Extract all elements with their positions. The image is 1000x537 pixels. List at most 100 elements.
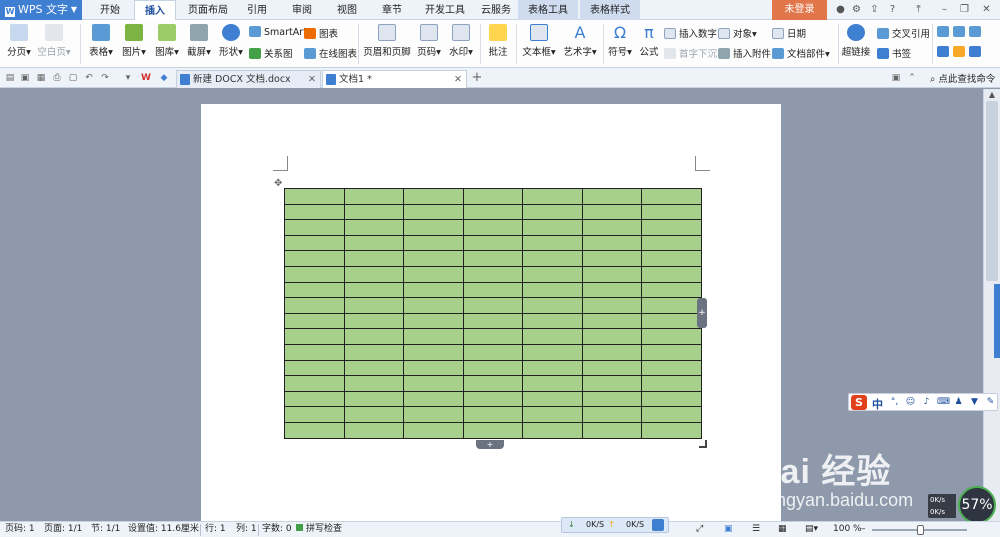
- table-cell[interactable]: [284, 234, 345, 252]
- cube-icon[interactable]: ◆: [158, 72, 170, 84]
- table-cell[interactable]: [581, 406, 642, 423]
- table-cell[interactable]: [403, 188, 464, 205]
- punctuation-icon[interactable]: °,: [889, 397, 900, 408]
- table-cell[interactable]: [641, 250, 702, 267]
- tab-review[interactable]: 审阅: [285, 0, 319, 21]
- table-cell[interactable]: [522, 234, 583, 252]
- close-tab-icon[interactable]: ✕: [308, 71, 316, 88]
- tab-developer[interactable]: 开发工具: [420, 0, 470, 21]
- table-cell[interactable]: [462, 343, 523, 361]
- screenshot-button[interactable]: 截屏▾: [184, 24, 214, 58]
- table-cell[interactable]: [641, 297, 702, 314]
- table-cell[interactable]: [641, 219, 702, 236]
- table-button[interactable]: 表格▾: [86, 24, 116, 58]
- table-cell[interactable]: [581, 250, 642, 267]
- table-cell[interactable]: [462, 312, 523, 330]
- table-cell[interactable]: [284, 297, 345, 314]
- table-cell[interactable]: [522, 359, 583, 377]
- table-cell[interactable]: [403, 359, 464, 377]
- table-cell[interactable]: [284, 390, 345, 408]
- outline-view-icon[interactable]: ☰: [752, 522, 760, 537]
- watermark-button[interactable]: 水印▾: [446, 24, 476, 58]
- table-cell[interactable]: [343, 188, 404, 205]
- table-cell[interactable]: [403, 265, 464, 283]
- skin-shirt-icon[interactable]: ▼: [969, 397, 980, 408]
- minimize-icon[interactable]: –: [938, 3, 951, 16]
- online-chart-button[interactable]: 在线图表: [304, 46, 357, 60]
- table-cell[interactable]: [581, 234, 642, 252]
- table-cell[interactable]: [581, 328, 642, 345]
- wordart-button[interactable]: A 艺术字▾: [562, 24, 598, 58]
- status-setting[interactable]: 设置值: 11.6厘米: [128, 522, 199, 537]
- table-cell[interactable]: [284, 328, 345, 345]
- table-cell[interactable]: [522, 375, 583, 392]
- wps-home-icon[interactable]: W: [140, 72, 152, 84]
- table-cell[interactable]: [403, 297, 464, 314]
- table-cell[interactable]: [522, 281, 583, 299]
- table-cell[interactable]: [403, 390, 464, 408]
- table-cell[interactable]: [462, 375, 523, 392]
- table-cell[interactable]: [462, 234, 523, 252]
- command-search[interactable]: ⌕ 点此查找命令: [930, 71, 995, 85]
- panel-icon-4[interactable]: [937, 46, 952, 58]
- table-cell[interactable]: [403, 328, 464, 345]
- table-cell[interactable]: [403, 281, 464, 299]
- table-cell[interactable]: [581, 265, 642, 283]
- login-button[interactable]: 未登录: [772, 0, 827, 20]
- table-cell[interactable]: [641, 421, 702, 439]
- eraser-icon[interactable]: [953, 46, 968, 58]
- table-cell[interactable]: [522, 406, 583, 423]
- save-icon[interactable]: ▣: [19, 72, 31, 84]
- gallery-button[interactable]: 图库▾: [152, 24, 182, 58]
- fullscreen-icon[interactable]: ⤢: [696, 522, 703, 537]
- insert-number-button[interactable]: 插入数字: [664, 26, 717, 40]
- tab-menu-icon[interactable]: ▣: [890, 72, 902, 84]
- tab-table-tools[interactable]: 表格工具: [518, 0, 578, 21]
- redo-icon[interactable]: ↷: [99, 72, 111, 84]
- side-panel-toggle[interactable]: [994, 284, 1000, 358]
- tab-chapter[interactable]: 章节: [375, 0, 409, 21]
- table-cell[interactable]: [462, 265, 523, 283]
- ime-language[interactable]: 中: [872, 396, 883, 412]
- blank-page-button[interactable]: 空白页▾: [37, 24, 71, 58]
- table-cell[interactable]: [522, 390, 583, 408]
- table-cell[interactable]: [581, 343, 642, 361]
- spellcheck-toggle[interactable]: 拼写检查: [296, 522, 342, 537]
- print-icon[interactable]: ⎙: [51, 72, 63, 84]
- user-icon[interactable]: ♟: [953, 397, 964, 408]
- table-cell[interactable]: [343, 375, 404, 392]
- emoji-icon[interactable]: ☺: [905, 397, 916, 408]
- skin-icon[interactable]: ●: [834, 3, 847, 16]
- drop-cap-button[interactable]: 首字下沉: [664, 46, 717, 60]
- table-cell[interactable]: [403, 375, 464, 392]
- table-cell[interactable]: [462, 406, 523, 423]
- open-folder-icon[interactable]: ▤: [4, 72, 16, 84]
- page-break-button[interactable]: 分页▾: [5, 24, 33, 58]
- print-preview-icon[interactable]: ▢: [67, 72, 79, 84]
- status-wordcount[interactable]: 字数: 0: [262, 522, 292, 537]
- table-cell[interactable]: [284, 406, 345, 423]
- comment-button[interactable]: 批注: [485, 24, 511, 58]
- table-resize-handle[interactable]: [699, 440, 707, 448]
- keyboard-icon[interactable]: ⌨: [937, 397, 950, 408]
- tab-home[interactable]: 开始: [92, 0, 128, 21]
- panel-icon-2[interactable]: [953, 26, 968, 38]
- table-cell[interactable]: [403, 234, 464, 252]
- table-cell[interactable]: [462, 421, 523, 439]
- header-footer-button[interactable]: 页眉和页脚: [363, 24, 411, 58]
- smartart-button[interactable]: SmartArt: [249, 26, 307, 38]
- doc-tab-1[interactable]: 新建 DOCX 文档.docx ✕: [176, 70, 321, 88]
- table-cell[interactable]: [462, 390, 523, 408]
- tab-table-style[interactable]: 表格样式: [580, 0, 640, 21]
- zoom-slider-knob[interactable]: [917, 525, 924, 535]
- reading-view-icon[interactable]: ▤▾: [805, 522, 818, 537]
- table-cell[interactable]: [284, 359, 345, 377]
- new-tab-icon[interactable]: +: [471, 71, 483, 84]
- undo-icon[interactable]: ↶: [83, 72, 95, 84]
- document-table[interactable]: [284, 188, 702, 439]
- insert-attachment-button[interactable]: 插入附件: [718, 46, 771, 60]
- table-cell[interactable]: [522, 328, 583, 345]
- table-cell[interactable]: [343, 390, 404, 408]
- table-cell[interactable]: [284, 203, 345, 221]
- table-cell[interactable]: [403, 312, 464, 330]
